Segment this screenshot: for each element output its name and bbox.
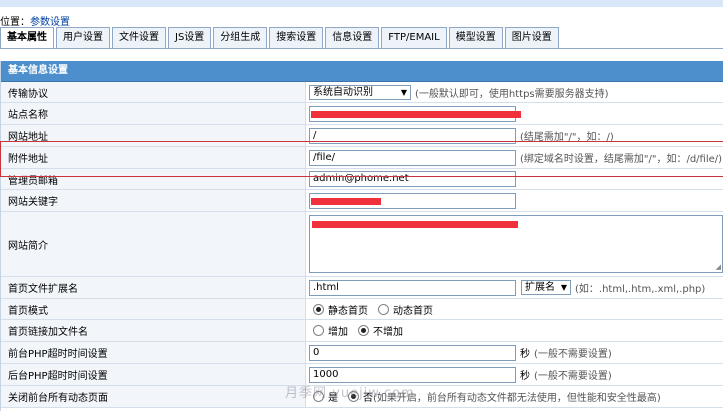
label-site-url: 网站地址 — [1, 125, 306, 146]
highlight-line-bottom — [0, 176, 723, 177]
tab-js[interactable]: JS设置 — [168, 27, 212, 48]
close-dynamic-hint: (如果开启，前台所有动态文件都无法使用，但性能和安全性最高) — [373, 393, 661, 404]
label-keywords: 网站关键字 — [1, 190, 306, 211]
attach-url-input[interactable]: /file/ — [309, 149, 516, 166]
back-timeout-input[interactable]: 1000 — [309, 366, 516, 383]
row-index-link: 首页链接加文件名 增加 不增加 — [1, 320, 723, 342]
label-index-mode: 首页模式 — [1, 299, 306, 319]
label-admin-email: 管理员邮箱 — [1, 169, 306, 189]
redaction-mark — [312, 221, 518, 228]
label-index-ext: 首页文件扩展名 — [1, 277, 306, 298]
row-site-url: 网站地址 / (结尾需加"/"，如：/) — [1, 125, 723, 147]
label-protocol: 传输协议 — [1, 82, 306, 102]
extension-select[interactable]: 扩展名 ▼ — [521, 280, 571, 295]
label-front-timeout: 前台PHP超时时间设置 — [1, 342, 306, 363]
watermark: 月季网 yuejiw.com — [285, 386, 415, 401]
label-add-filename: 增加 — [328, 327, 348, 338]
row-intro: 网站简介 ◢ — [1, 212, 723, 277]
row-admin-email: 管理员邮箱 admin@phome.net — [1, 169, 723, 190]
row-front-timeout: 前台PHP超时时间设置 0 秒 (一般不需要设置) — [1, 342, 723, 364]
front-timeout-hint: (一般不需要设置) — [534, 349, 612, 360]
tab-model[interactable]: 模型设置 — [448, 27, 503, 48]
front-timeout-input[interactable]: 0 — [309, 344, 516, 361]
label-close-dynamic: 关闭前台所有动态页面 — [1, 386, 306, 407]
index-ext-hint: (如：.html,.htm,.xml,.php) — [575, 284, 706, 295]
settings-panel: 基本信息设置 传输协议 系统自动识别 ▼ (一般默认即可，使用https需要服务… — [0, 61, 723, 411]
tab-file[interactable]: 文件设置 — [112, 27, 166, 48]
radio-static-index[interactable] — [313, 303, 324, 315]
tab-image[interactable]: 图片设置 — [504, 27, 559, 48]
row-attach-url: 附件地址 /file/ (绑定域名时设置，结尾需加"/"，如：/d/file/) — [1, 147, 723, 169]
tab-search[interactable]: 搜索设置 — [269, 27, 324, 48]
row-site-name: 站点名称 — [1, 103, 723, 125]
protocol-select[interactable]: 系统自动识别 ▼ — [309, 84, 411, 100]
row-keywords: 网站关键字 — [1, 190, 723, 212]
top-strip — [0, 0, 723, 7]
tab-info[interactable]: 信息设置 — [325, 27, 380, 48]
index-ext-input[interactable]: .html — [309, 279, 516, 296]
tab-bar: 基本属性 用户设置 文件设置 JS设置 分组生成 搜索设置 信息设置 FTP/E… — [0, 27, 561, 49]
chevron-down-icon: ▼ — [400, 87, 407, 97]
row-protocol: 传输协议 系统自动识别 ▼ (一般默认即可，使用https需要服务器支持) — [1, 82, 723, 103]
intro-textarea[interactable]: ◢ — [309, 215, 723, 273]
tab-ftp-email[interactable]: FTP/EMAIL — [381, 27, 447, 48]
protocol-hint: (一般默认即可，使用https需要服务器支持) — [415, 88, 609, 100]
admin-email-input[interactable]: admin@phome.net — [309, 171, 516, 187]
attach-url-hint: (绑定域名时设置，结尾需加"/"，如：/d/file/) — [520, 154, 723, 165]
label-dynamic-index: 动态首页 — [393, 305, 433, 317]
label-attach-url: 附件地址 — [1, 147, 306, 168]
label-site-name: 站点名称 — [1, 103, 306, 124]
label-intro: 网站简介 — [1, 212, 306, 276]
tab-basic[interactable]: 基本属性 — [0, 27, 54, 49]
radio-no-filename[interactable] — [358, 325, 369, 336]
chevron-down-icon: ▼ — [560, 283, 567, 292]
back-timeout-hint: (一般不需要设置) — [534, 371, 612, 382]
redaction-mark — [311, 198, 381, 205]
row-index-ext: 首页文件扩展名 .html 扩展名 ▼ (如：.html,.htm,.xml,.… — [1, 277, 723, 299]
label-index-link: 首页链接加文件名 — [1, 320, 306, 341]
front-timeout-unit: 秒 — [520, 349, 530, 360]
radio-dynamic-index[interactable] — [378, 303, 389, 315]
tab-group[interactable]: 分组生成 — [213, 27, 268, 48]
protocol-select-value: 系统自动识别 — [313, 86, 373, 98]
extension-select-value: 扩展名 — [525, 282, 555, 293]
panel-title: 基本信息设置 — [1, 61, 723, 82]
back-timeout-unit: 秒 — [520, 371, 530, 382]
breadcrumb: 位置：参数设置 — [0, 13, 70, 28]
label-no-filename: 不增加 — [373, 327, 403, 338]
highlight-line-top — [0, 141, 723, 142]
tab-underline — [0, 48, 723, 49]
tab-user[interactable]: 用户设置 — [56, 27, 110, 48]
redaction-mark — [311, 111, 521, 118]
label-static-index: 静态首页 — [328, 305, 368, 317]
row-index-mode: 首页模式 静态首页 动态首页 — [1, 299, 723, 320]
resize-grip-icon[interactable]: ◢ — [716, 264, 721, 271]
highlight-line-left — [0, 141, 1, 177]
radio-add-filename[interactable] — [313, 325, 324, 336]
label-back-timeout: 后台PHP超时时间设置 — [1, 364, 306, 385]
